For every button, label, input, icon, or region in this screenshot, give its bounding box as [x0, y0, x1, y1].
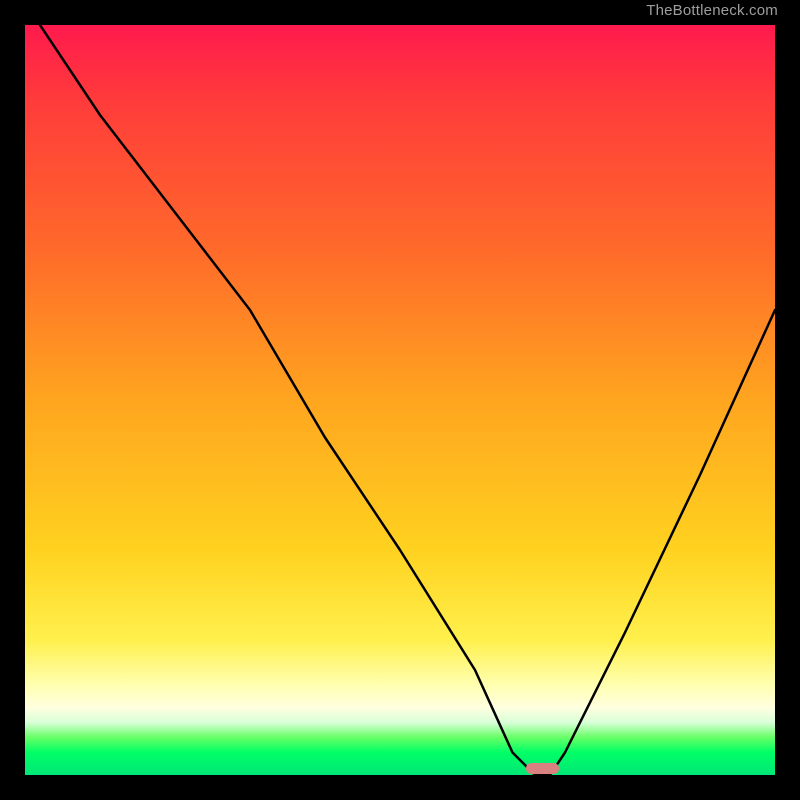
chart-frame: TheBottleneck.com: [20, 20, 780, 780]
plot-area: [25, 25, 775, 775]
watermark-text: TheBottleneck.com: [20, 2, 778, 20]
chart-overlay: [25, 25, 775, 775]
optimal-marker: [526, 763, 559, 774]
bottleneck-line: [40, 25, 775, 775]
